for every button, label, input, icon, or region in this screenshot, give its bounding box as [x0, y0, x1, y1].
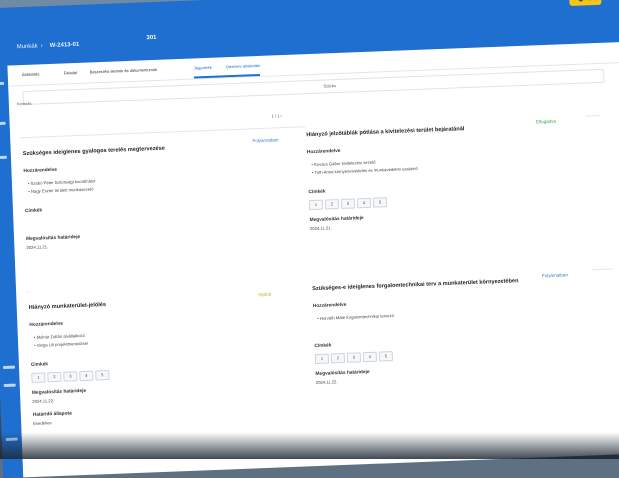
assignee-name: Molnár Zoltán alvállalkozó [36, 332, 85, 340]
issue-card[interactable]: Hiányzó jelzőtáblák pótlása a kivitelezé… [305, 113, 592, 275]
tag-chip[interactable]: 2 [324, 199, 340, 210]
assignee-item: • Tóth Anna környezetvédelmi és munkavéd… [311, 165, 418, 176]
tag-chip[interactable]: 3 [346, 352, 362, 363]
sidebar-item-1[interactable] [0, 121, 6, 126]
due-date-value: 2024.11.22. [32, 398, 55, 404]
sidebar-item-4[interactable] [3, 383, 16, 388]
filter-label: Szűrés [323, 83, 336, 89]
tab-documents[interactable]: Beszerzési elemek és dokumentumok [90, 67, 158, 75]
assignee-name: Horváth Máté forgalomtechnikai tervező [319, 312, 395, 321]
assignee-name: Nagy Eszter területi munkavezető [30, 186, 94, 194]
tag-chip[interactable]: 4 [356, 197, 372, 209]
assignee-name: Tóth Anna környezetvédelmi és munkavédel… [314, 165, 418, 175]
tab-schedule[interactable]: Ütemterv áttekintés [226, 63, 261, 69]
assignee-item: • Nagy Eszter területi munkavezető [28, 186, 94, 194]
assignee-name: Varga Lili projektmenedzser [36, 340, 89, 348]
sidebar-item-2[interactable] [0, 155, 7, 160]
issue-card[interactable]: Hiányzó munkaterület-jelölés Nyitott Hozzá… [28, 286, 314, 447]
card-title[interactable]: Szükséges-e ideiglenes forgalomtechnikai… [312, 278, 519, 292]
user-initials: AB [585, 0, 592, 2]
assigned-label: Hozzárendelve [312, 302, 347, 310]
assignee-name: Szabó Péter biztonsági koordinátor [30, 178, 96, 186]
tag-chip[interactable]: 5 [95, 369, 110, 381]
tag-chip[interactable]: 4 [362, 351, 378, 363]
assigned-label: Hozzárendelve [29, 321, 64, 328]
assigned-label: Hozzárendelve [23, 167, 58, 175]
status-badge: Elfogadva [535, 118, 557, 125]
due-date-label: Megvalósítás határideje [26, 234, 81, 243]
app-window: Munkák › W-2413-01 301 AB Áttekintés Fel… [0, 0, 619, 478]
assignee-name: Kovács Gábor kivitelezési vezető [313, 159, 376, 167]
tag-chip[interactable]: 5 [378, 351, 394, 362]
due-date-label: Megvalósítás határideje [309, 216, 364, 224]
sidebar-item-menu[interactable] [0, 81, 5, 86]
tag-chip[interactable]: 2 [47, 371, 62, 383]
breadcrumb-current: W-2413-01 [49, 41, 80, 50]
assignee-item: • Varga Lili projektmenedzser [34, 340, 89, 348]
breadcrumb-root[interactable]: Munkák [17, 43, 38, 50]
tags-label: Címkék [308, 189, 326, 196]
sidebar-item-3[interactable] [2, 365, 16, 370]
deadline-status-label: Határidő állapota [32, 411, 72, 418]
active-tab-indicator [193, 73, 261, 79]
tags-label: Címkék [24, 208, 43, 215]
assignee-item: • Molnár Zoltán alvállalkozó [33, 332, 85, 340]
user-icon [578, 0, 584, 2]
tab-notes[interactable]: Jegyzetek [194, 65, 212, 71]
due-date-value: 2024.11.21. [309, 225, 332, 232]
tag-chip[interactable]: 3 [63, 371, 78, 382]
tags-label: Címkék [314, 343, 332, 350]
pagination-next[interactable]: › [280, 113, 282, 118]
tags-label: Címkék [30, 362, 49, 368]
assignee-item: • Szabó Péter biztonsági koordinátor [27, 178, 96, 186]
tag-chip[interactable]: 5 [372, 197, 388, 208]
card-title[interactable]: Hiányzó munkaterület-jelölés [29, 302, 107, 311]
status-badge: Folyamatban [252, 137, 279, 144]
tag-chip[interactable]: 1 [308, 199, 324, 211]
issue-card[interactable]: Szükséges-e ideiglenes forgalomtechnikai… [311, 267, 598, 429]
due-date-value: 2024.11.21. [26, 244, 49, 251]
due-date-value: 2024.11.22. [315, 379, 338, 386]
status-badge: Nyitott [258, 291, 272, 298]
tab-overview[interactable]: Áttekintés [22, 71, 40, 77]
main-content: Áttekintés Feladat Beszerzési elemek és … [7, 41, 619, 478]
due-date-label: Megvalósítás határideje [31, 388, 87, 396]
pagination-text: 1 / 1 [271, 113, 280, 119]
tag-chip[interactable]: 1 [31, 372, 46, 383]
assigned-label: Hozzárendelve [306, 148, 341, 156]
tag-chip[interactable]: 1 [314, 353, 330, 365]
card-title[interactable]: Hiányzó jelzőtáblák pótlása a kivitelezé… [306, 126, 464, 138]
job-code: 301 [146, 34, 157, 42]
issue-card[interactable]: Szükséges ideiglenes gyalogos terelés me… [22, 132, 308, 294]
card-title[interactable]: Szükséges ideiglenes gyalogos terelés me… [23, 146, 165, 157]
tag-chip[interactable]: 2 [330, 352, 346, 364]
breadcrumb-separator: › [40, 43, 43, 50]
desk-shadow [0, 432, 619, 459]
due-date-label: Megvalósítás határideje [315, 369, 370, 378]
tag-chip[interactable]: 3 [340, 198, 356, 209]
status-badge: Folyamatban [541, 272, 568, 279]
assignee-item: • Horváth Máté forgalomtechnikai tervező [317, 312, 395, 321]
pagination[interactable]: 1 / 1 › [271, 113, 281, 118]
tag-chip[interactable]: 4 [79, 370, 94, 382]
deadline-status-value: Esedékes [33, 420, 52, 426]
search-input[interactable]: Keresés [17, 101, 37, 110]
assignee-item: • Kovács Gábor kivitelezési vezető [311, 159, 376, 168]
tab-task[interactable]: Feladat [64, 70, 78, 76]
user-menu[interactable]: AB [569, 0, 602, 7]
